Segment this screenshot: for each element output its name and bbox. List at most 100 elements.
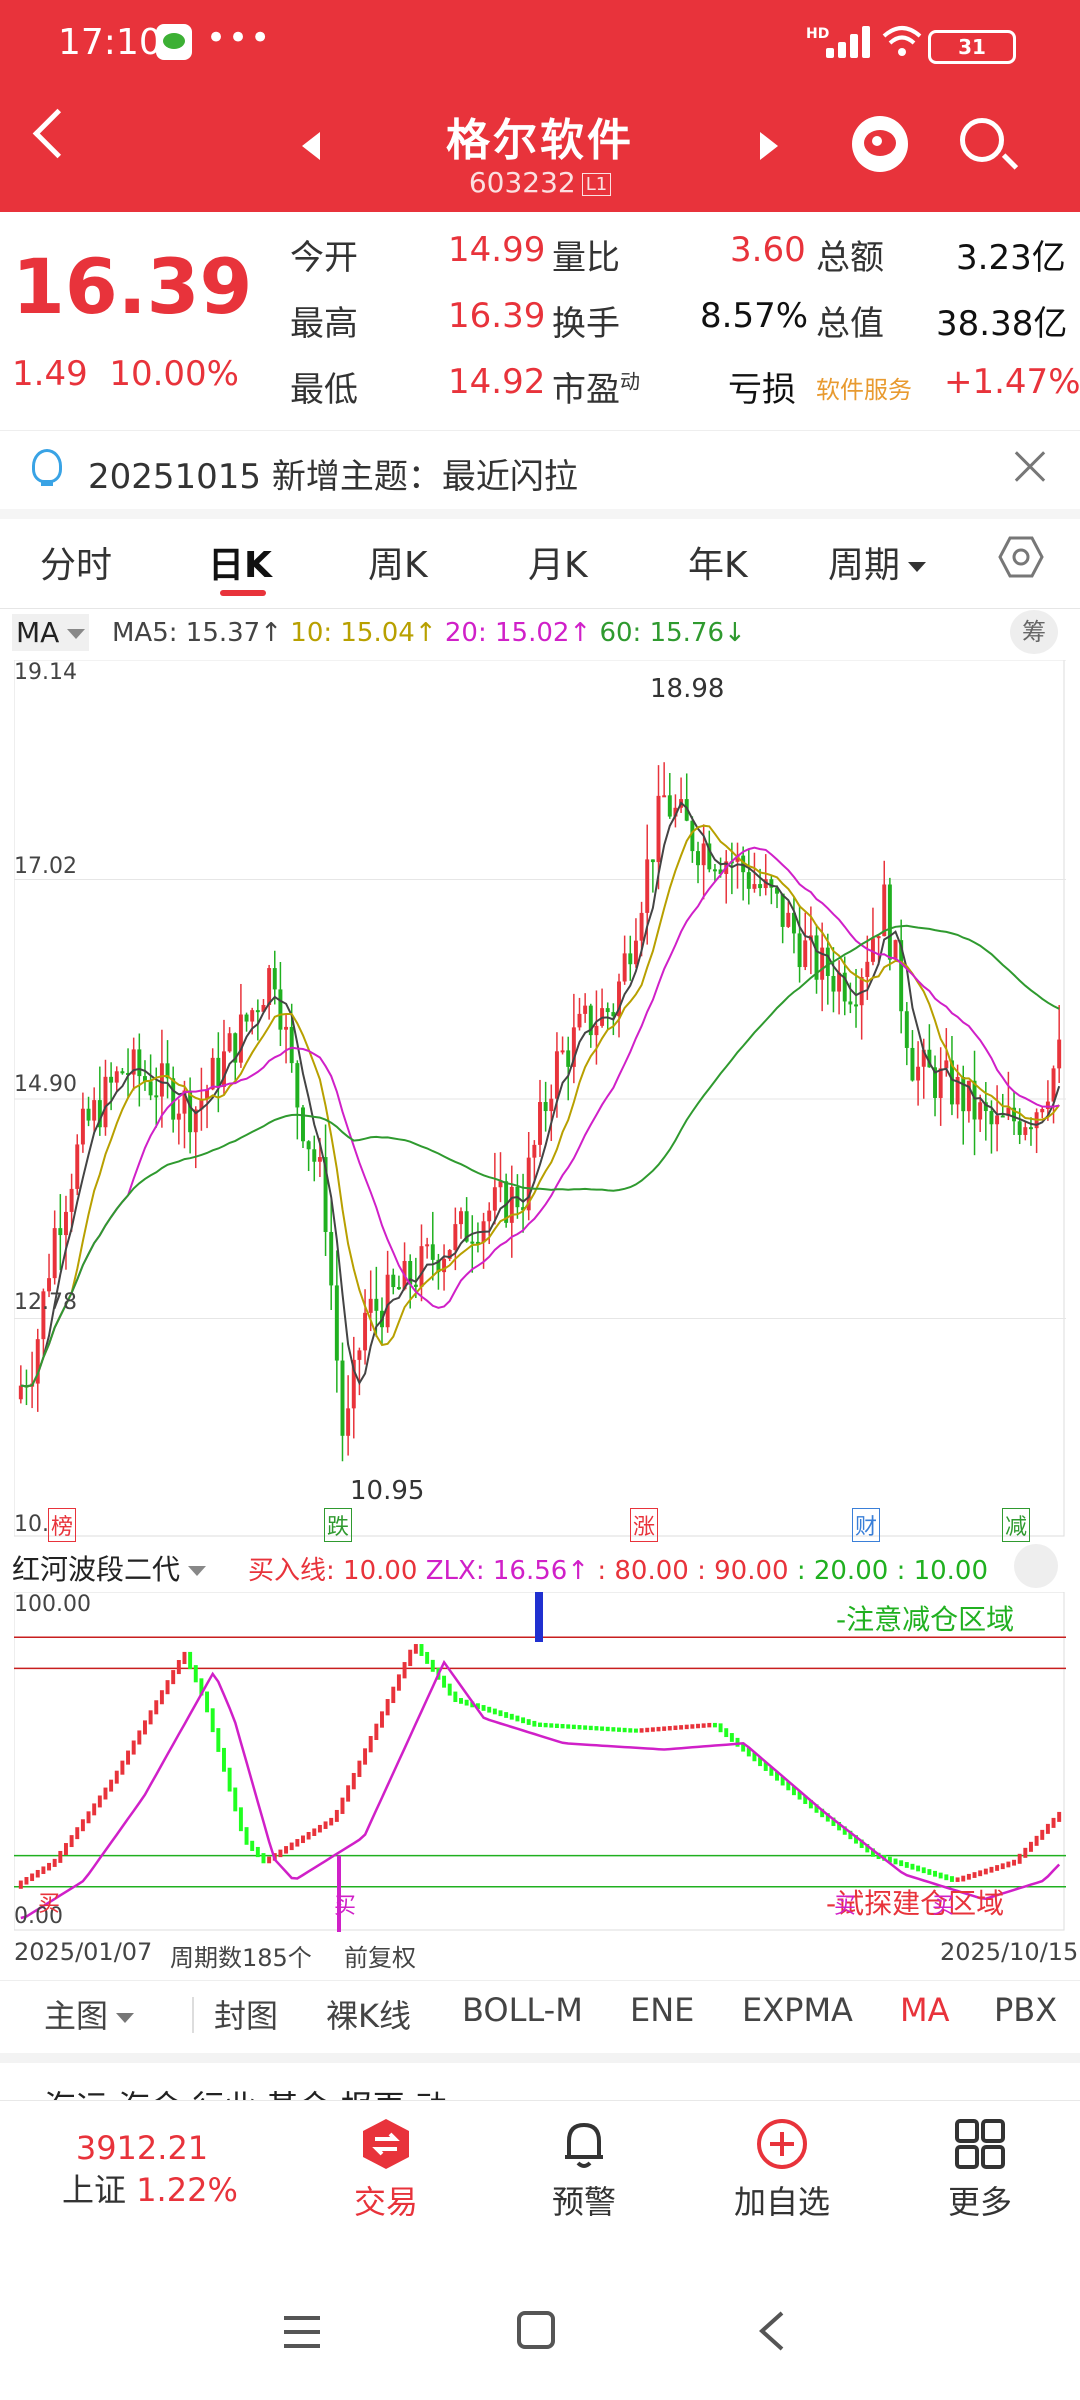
search-icon[interactable]	[960, 118, 1004, 162]
assistant-robot-icon[interactable]	[852, 116, 908, 172]
wave-bar	[916, 1865, 921, 1872]
wave-bar	[69, 1835, 74, 1848]
candle-body	[63, 1211, 68, 1236]
event-marker[interactable]: 榜	[48, 1508, 77, 1542]
tab-yearly-k[interactable]: 年K	[688, 536, 748, 588]
wave-bar	[447, 1683, 452, 1696]
wave-bar	[633, 1728, 638, 1733]
candle-body	[583, 1005, 588, 1014]
peek-row: 海运 海金 行业 基金 报更 动	[0, 2060, 1080, 2100]
candle-body	[916, 1066, 921, 1081]
wave-bar	[391, 1686, 396, 1704]
candlestick-svg	[13, 659, 1066, 1537]
tab-weekly-k[interactable]: 周K	[368, 536, 428, 588]
wifi-icon	[882, 26, 922, 56]
candle-body	[893, 940, 898, 960]
tab-seal[interactable]: 封图	[214, 1991, 278, 2037]
tab-expma[interactable]: EXPMA	[742, 1991, 853, 2029]
wave-bar	[385, 1699, 390, 1716]
wave-bar	[588, 1725, 593, 1731]
wave-bar	[690, 1724, 695, 1729]
candle-body	[391, 1274, 396, 1288]
index-value: 3912.21	[75, 2129, 209, 2167]
line-20: : 20.00	[796, 1556, 889, 1586]
tab-ma[interactable]: MA	[900, 1991, 950, 2029]
wave-bar	[983, 1868, 988, 1875]
menu-icon[interactable]	[282, 2314, 322, 2350]
candle-body	[284, 1026, 289, 1030]
candle-body	[363, 1312, 368, 1351]
event-marker[interactable]: 减	[1002, 1508, 1031, 1542]
nav-alert[interactable]: 预警	[514, 2117, 654, 2223]
candle-body	[995, 1115, 1000, 1125]
tab-monthly-k[interactable]: 月K	[528, 536, 588, 588]
candle-body	[459, 1211, 463, 1225]
candlestick-chart[interactable]: 19.14 17.02 14.90 12.78 10. 18.98 10.95 …	[13, 659, 1066, 1542]
close-icon[interactable]	[1010, 449, 1046, 485]
chevron-down-icon	[188, 1566, 207, 1576]
back-nav-icon[interactable]	[756, 2310, 786, 2352]
vol-ratio-value: 3.60	[730, 230, 806, 270]
notice-text: 20251015 新增主题：最近闪拉	[88, 457, 578, 497]
y-tick-4: 12.78	[14, 1290, 77, 1315]
nav-more[interactable]: 更多	[910, 2117, 1050, 2223]
period-tabs: 分时 日K 周K 月K 年K 周期	[0, 518, 1080, 609]
indicator-selector[interactable]: 红河波段二代	[12, 1548, 207, 1588]
settings-hex-icon[interactable]	[998, 534, 1044, 580]
wave-bar	[18, 1880, 23, 1889]
y-tick-2: 17.02	[14, 854, 77, 879]
candle-body	[944, 1060, 949, 1069]
candle-body	[312, 1149, 317, 1162]
event-marker[interactable]: 涨	[630, 1508, 659, 1542]
event-marker[interactable]: 财	[852, 1508, 881, 1542]
wave-bar	[961, 1875, 966, 1882]
sector-tag[interactable]: 软件服务	[816, 370, 912, 405]
candle-body	[831, 975, 836, 992]
candle-body	[1045, 1101, 1050, 1110]
wave-bar	[86, 1811, 91, 1824]
expand-icon[interactable]	[1014, 1544, 1058, 1588]
status-bar: 17:10 ••• HD 31	[0, 0, 1080, 88]
tab-boll-m[interactable]: BOLL-M	[462, 1991, 583, 2029]
candle-body	[696, 851, 700, 866]
peek-text: 海运 海金 行业 基金 报更 动	[44, 2082, 447, 2100]
candle-body	[594, 1025, 599, 1036]
wave-bar	[52, 1858, 57, 1867]
wave-bar	[301, 1835, 305, 1844]
wave-bar	[481, 1705, 486, 1711]
wave-bar	[131, 1740, 136, 1755]
candle-body	[746, 872, 751, 889]
theme-notice[interactable]: 20251015 新增主题：最近闪拉	[0, 430, 1080, 519]
tab-main-chart[interactable]: 主图	[44, 1991, 135, 2037]
nav-add-watchlist[interactable]: 加自选	[712, 2117, 852, 2223]
wave-bar	[80, 1819, 85, 1832]
candle-body	[272, 968, 277, 990]
home-icon[interactable]	[516, 2310, 556, 2350]
tab-intraday[interactable]: 分时	[40, 536, 112, 588]
wave-bar	[312, 1828, 317, 1836]
next-stock-icon[interactable]	[760, 132, 778, 160]
event-marker[interactable]: 跌	[324, 1508, 353, 1542]
nav-alert-label: 预警	[551, 2183, 616, 2221]
candle-body	[910, 1047, 915, 1081]
indicator-chart[interactable]: 100.00 0.00 -注意减仓区域 -试探建仓区域 买 买 买 买	[13, 1591, 1066, 1932]
ma-selector[interactable]: MA	[12, 614, 90, 651]
wave-bar	[176, 1660, 181, 1675]
nav-trade[interactable]: 交易	[316, 2117, 456, 2223]
tab-naked-k[interactable]: 裸K线	[326, 1991, 411, 2037]
tab-ene[interactable]: ENE	[630, 1991, 694, 2029]
candle-body	[543, 1102, 548, 1112]
wave-bar	[1023, 1847, 1028, 1858]
system-nav-bar	[0, 2272, 1080, 2400]
wave-bar	[250, 1840, 255, 1851]
chips-button[interactable]: 筹	[1010, 610, 1058, 654]
tab-pbx[interactable]: PBX	[994, 1991, 1057, 2029]
candle-body	[854, 1004, 858, 1007]
tab-period[interactable]: 周期	[828, 536, 927, 588]
candle-body	[577, 1013, 582, 1028]
tab-daily-k[interactable]: 日K	[208, 536, 272, 588]
candle-body	[549, 1098, 554, 1112]
candle-body	[758, 884, 763, 889]
wave-bar	[165, 1680, 170, 1695]
level-tag: L1	[581, 172, 612, 196]
